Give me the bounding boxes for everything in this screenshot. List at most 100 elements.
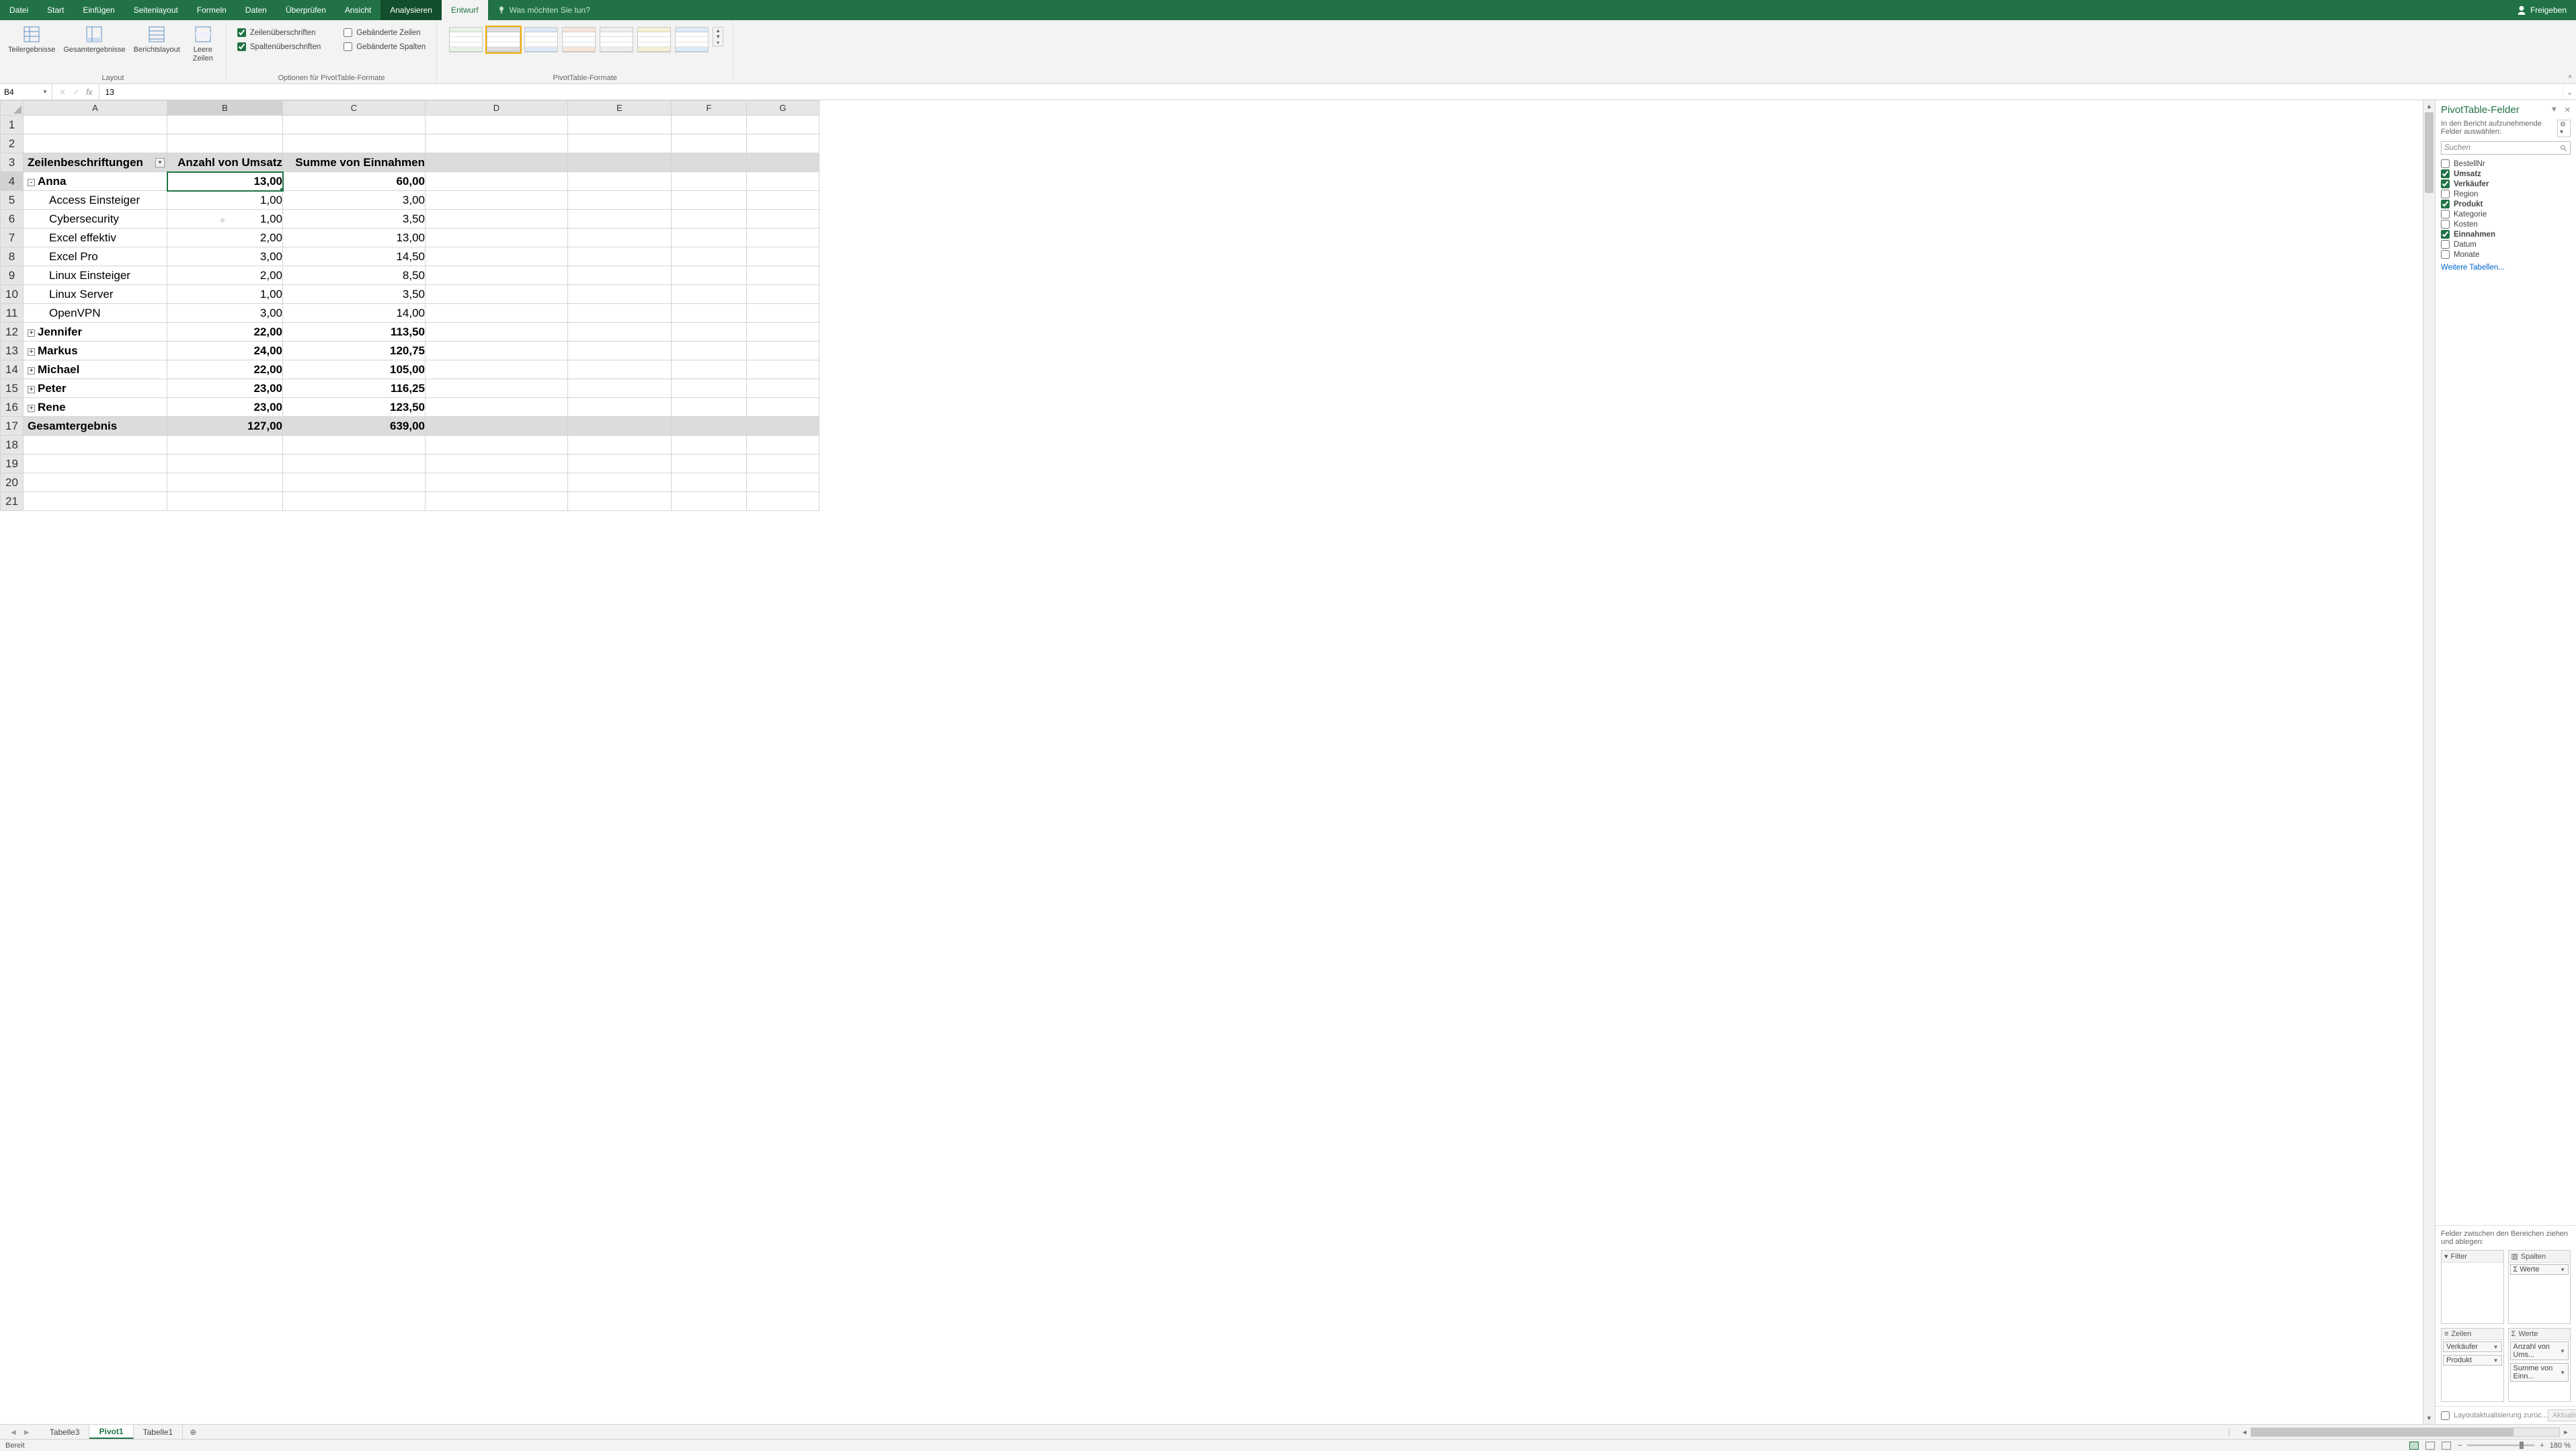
- expand-toggle[interactable]: +: [28, 405, 35, 412]
- row-header-18[interactable]: 18: [1, 436, 24, 455]
- style-thumb[interactable]: [562, 27, 596, 52]
- cell-G4[interactable]: [747, 172, 819, 191]
- ribbon-tab-daten[interactable]: Daten: [236, 0, 276, 20]
- cell-E20[interactable]: [568, 473, 672, 492]
- field-produkt[interactable]: Produkt: [2441, 199, 2571, 209]
- area-item[interactable]: Σ Werte▼: [2510, 1264, 2569, 1275]
- cell-A13[interactable]: +Markus: [24, 342, 167, 360]
- cell-G12[interactable]: [747, 323, 819, 342]
- sheet-tab-pivot1[interactable]: Pivot1: [89, 1425, 133, 1439]
- cell-D1[interactable]: [426, 116, 568, 134]
- formula-bar-expand[interactable]: ⌄: [2563, 84, 2576, 100]
- cell-D11[interactable]: [426, 304, 568, 323]
- reportlayout-button[interactable]: Berichtslayout: [131, 23, 183, 64]
- row-header-10[interactable]: 10: [1, 285, 24, 304]
- cell-A15[interactable]: +Peter: [24, 379, 167, 398]
- expand-toggle[interactable]: +: [28, 386, 35, 393]
- update-button[interactable]: Aktualisieren: [2548, 1409, 2576, 1421]
- cell-G14[interactable]: [747, 360, 819, 379]
- cell-B16[interactable]: 23,00: [167, 398, 283, 417]
- cell-F4[interactable]: [672, 172, 747, 191]
- cell-F7[interactable]: [672, 229, 747, 247]
- cell-F13[interactable]: [672, 342, 747, 360]
- row-header-7[interactable]: 7: [1, 229, 24, 247]
- cell-C14[interactable]: 105,00: [283, 360, 426, 379]
- cell-B11[interactable]: 3,00: [167, 304, 283, 323]
- area-item[interactable]: Anzahl von Ums...▼: [2510, 1341, 2569, 1360]
- column-header-G[interactable]: G: [747, 101, 819, 116]
- cell-D4[interactable]: [426, 172, 568, 191]
- cell-C9[interactable]: 8,50: [283, 266, 426, 285]
- ribbon-tab-entwurf[interactable]: Entwurf: [442, 0, 488, 20]
- cell-E4[interactable]: [568, 172, 672, 191]
- area-item[interactable]: Produkt▼: [2443, 1355, 2502, 1366]
- cell-C7[interactable]: 13,00: [283, 229, 426, 247]
- hscroll-left[interactable]: ◄: [2239, 1429, 2251, 1436]
- cell-F8[interactable]: [672, 247, 747, 266]
- cell-B6[interactable]: 1,00: [167, 210, 283, 229]
- cell-C13[interactable]: 120,75: [283, 342, 426, 360]
- cell-D18[interactable]: [426, 436, 568, 455]
- cell-D17[interactable]: [426, 417, 568, 436]
- cell-B8[interactable]: 3,00: [167, 247, 283, 266]
- cell-C21[interactable]: [283, 492, 426, 511]
- zoom-in-button[interactable]: +: [2540, 1442, 2544, 1450]
- cell-C10[interactable]: 3,50: [283, 285, 426, 304]
- row-header-15[interactable]: 15: [1, 379, 24, 398]
- field-datum[interactable]: Datum: [2441, 239, 2571, 249]
- scroll-up-button[interactable]: ▲: [2423, 100, 2435, 112]
- cell-D13[interactable]: [426, 342, 568, 360]
- row-header-19[interactable]: 19: [1, 455, 24, 473]
- cell-B3[interactable]: Anzahl von Umsatz: [167, 153, 283, 172]
- ribbon-tab-ansicht[interactable]: Ansicht: [335, 0, 380, 20]
- cell-F21[interactable]: [672, 492, 747, 511]
- row-header-20[interactable]: 20: [1, 473, 24, 492]
- subtotals-button[interactable]: Teilergebnisse: [5, 23, 58, 64]
- cell-E16[interactable]: [568, 398, 672, 417]
- cell-B5[interactable]: 1,00: [167, 191, 283, 210]
- cell-G10[interactable]: [747, 285, 819, 304]
- cell-D7[interactable]: [426, 229, 568, 247]
- expand-toggle[interactable]: +: [28, 329, 35, 337]
- col-headers-checkbox[interactable]: Spaltenüberschriften: [237, 42, 321, 51]
- row-header-11[interactable]: 11: [1, 304, 24, 323]
- column-header-E[interactable]: E: [568, 101, 672, 116]
- cell-F11[interactable]: [672, 304, 747, 323]
- cell-E7[interactable]: [568, 229, 672, 247]
- cell-C1[interactable]: [283, 116, 426, 134]
- cell-G1[interactable]: [747, 116, 819, 134]
- cell-G21[interactable]: [747, 492, 819, 511]
- area-values[interactable]: Σ WerteAnzahl von Ums...▼Summe von Einn.…: [2508, 1328, 2571, 1402]
- cell-A20[interactable]: [24, 473, 167, 492]
- cell-A21[interactable]: [24, 492, 167, 511]
- cell-E6[interactable]: [568, 210, 672, 229]
- cell-C15[interactable]: 116,25: [283, 379, 426, 398]
- zoom-out-button[interactable]: −: [2458, 1442, 2462, 1450]
- cell-E10[interactable]: [568, 285, 672, 304]
- sheet-tab-tabelle3[interactable]: Tabelle3: [40, 1425, 90, 1439]
- cell-F16[interactable]: [672, 398, 747, 417]
- cell-D19[interactable]: [426, 455, 568, 473]
- cell-A2[interactable]: [24, 134, 167, 153]
- ribbon-tab-seitenlayout[interactable]: Seitenlayout: [124, 0, 188, 20]
- cell-E18[interactable]: [568, 436, 672, 455]
- name-box-dropdown-icon[interactable]: ▼: [42, 89, 48, 95]
- grandtotals-button[interactable]: Gesamtergebnisse: [61, 23, 128, 64]
- vertical-scrollbar[interactable]: ▲ ▼: [2423, 100, 2435, 1424]
- field-umsatz[interactable]: Umsatz: [2441, 169, 2571, 179]
- cell-A9[interactable]: Linux Einsteiger: [24, 266, 167, 285]
- cell-C3[interactable]: Summe von Einnahmen: [283, 153, 426, 172]
- cell-D10[interactable]: [426, 285, 568, 304]
- cell-C20[interactable]: [283, 473, 426, 492]
- cell-A7[interactable]: Excel effektiv: [24, 229, 167, 247]
- cell-G11[interactable]: [747, 304, 819, 323]
- sheet-tab-tabelle1[interactable]: Tabelle1: [134, 1425, 184, 1439]
- row-header-1[interactable]: 1: [1, 116, 24, 134]
- cell-A16[interactable]: +Rene: [24, 398, 167, 417]
- share-button[interactable]: Freigeben: [2507, 0, 2576, 20]
- cell-B9[interactable]: 2,00: [167, 266, 283, 285]
- name-box[interactable]: B4 ▼: [0, 84, 52, 100]
- cell-A5[interactable]: Access Einsteiger: [24, 191, 167, 210]
- sheet-nav[interactable]: ◄►: [0, 1425, 40, 1439]
- add-sheet-button[interactable]: ⊕: [183, 1425, 203, 1439]
